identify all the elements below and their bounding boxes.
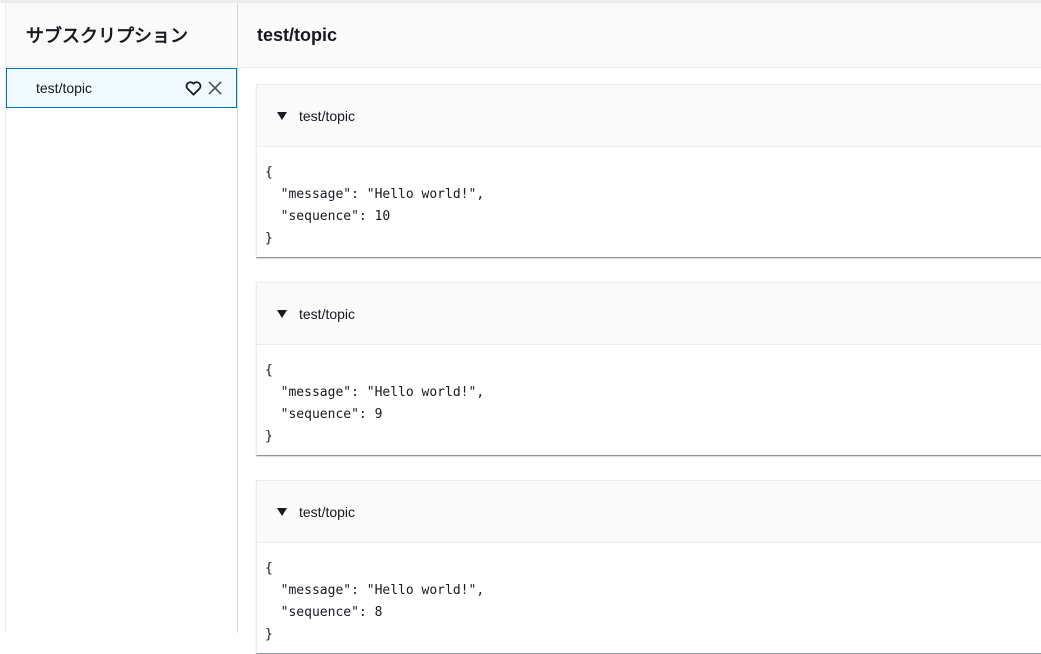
- message-header-toggle[interactable]: test/topic: [257, 283, 1041, 345]
- panel-title: test/topic: [238, 3, 1041, 68]
- close-icon[interactable]: [206, 78, 224, 98]
- subscription-label: test/topic: [36, 80, 92, 96]
- message-topic: test/topic: [299, 504, 355, 520]
- message-card: test/topic { "message": "Hello world!", …: [256, 480, 1041, 654]
- subscriptions-sidebar: サブスクリプション test/topic: [5, 3, 238, 633]
- heart-icon[interactable]: [184, 78, 202, 98]
- message-topic: test/topic: [299, 306, 355, 322]
- message-body: { "message": "Hello world!", "sequence":…: [257, 543, 1041, 653]
- message-header-toggle[interactable]: test/topic: [257, 481, 1041, 543]
- message-panel: test/topic test/topic { "message": "Hell…: [238, 3, 1041, 633]
- subscription-item[interactable]: test/topic: [6, 68, 237, 108]
- message-card: test/topic { "message": "Hello world!", …: [256, 84, 1041, 258]
- caret-down-icon: [277, 508, 287, 516]
- caret-down-icon: [277, 112, 287, 120]
- message-body: { "message": "Hello world!", "sequence":…: [257, 147, 1041, 257]
- message-card: test/topic { "message": "Hello world!", …: [256, 282, 1041, 456]
- caret-down-icon: [277, 310, 287, 318]
- sidebar-title: サブスクリプション: [6, 3, 237, 67]
- message-topic: test/topic: [299, 108, 355, 124]
- message-body: { "message": "Hello world!", "sequence":…: [257, 345, 1041, 455]
- message-header-toggle[interactable]: test/topic: [257, 85, 1041, 147]
